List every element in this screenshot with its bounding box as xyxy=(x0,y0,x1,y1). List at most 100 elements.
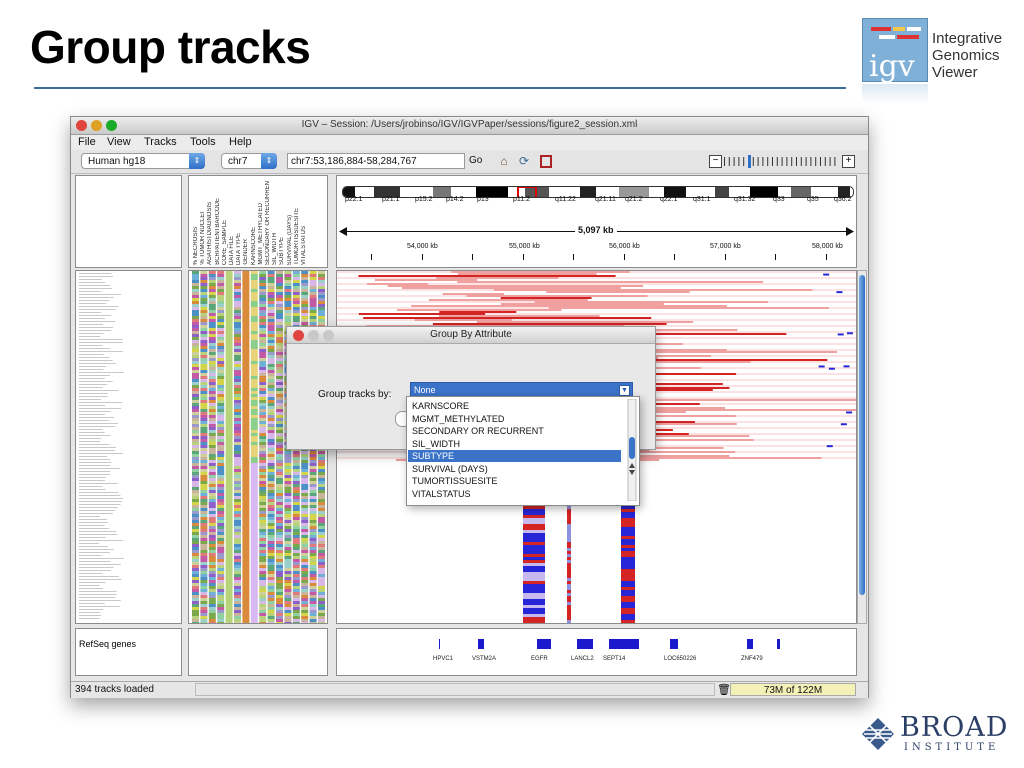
attribute-cell xyxy=(284,310,292,313)
attribute-cell xyxy=(267,511,275,514)
dropdown-scrollbar[interactable] xyxy=(627,399,637,501)
attribute-header-panel[interactable]: % NECROSIS% TUMOR NUCLEI AGATHISTDIAGNOSI… xyxy=(188,175,328,268)
attribute-header[interactable]: GENDER xyxy=(243,239,249,265)
group-by-dropdown-list[interactable]: KARNSCORE MGMT_METHYLATED SECONDARY OR R… xyxy=(406,396,640,506)
attribute-header[interactable]: MGMT_METHYLATED xyxy=(258,203,264,265)
dropdown-option[interactable]: MGMT_METHYLATED xyxy=(408,413,621,425)
attribute-cell xyxy=(267,457,275,460)
attribute-cell xyxy=(242,475,250,478)
attribute-cell xyxy=(192,436,199,439)
attribute-header[interactable]: AGATHISTDIAGNOSIS xyxy=(207,202,213,265)
attribute-cell xyxy=(318,592,325,595)
vertical-scrollbar[interactable] xyxy=(857,270,867,624)
scrollbar-thumb[interactable] xyxy=(859,275,865,595)
attribute-cell xyxy=(318,532,325,535)
attribute-header[interactable]: % NECROSIS xyxy=(193,227,199,265)
dropdown-option[interactable]: SURVIVAL (DAYS) xyxy=(408,463,621,475)
window-titlebar[interactable]: IGV – Session: /Users/jrobinso/IGV/IGVPa… xyxy=(71,117,868,135)
egfr-cell xyxy=(523,554,545,557)
attribute-cell xyxy=(192,490,199,493)
heatmap-blue xyxy=(846,332,853,335)
gene-track[interactable]: HPVC1 VSTM2A EGFR LANCL2 SEPT14 LOC650226 ZNF4… xyxy=(337,629,856,675)
attribute-cell xyxy=(276,400,283,403)
attribute-cell xyxy=(318,502,325,505)
zoom-widget[interactable]: − + xyxy=(709,155,855,168)
dropdown-option[interactable]: SIL_WIDTH xyxy=(408,438,621,450)
attribute-header[interactable]: SUBTYPE xyxy=(279,237,285,265)
attribute-cell xyxy=(301,493,309,496)
attribute-header[interactable]: SURVIVAL (DAYS) xyxy=(287,215,293,265)
attribute-cell xyxy=(242,409,250,412)
attribute-cell xyxy=(200,274,208,277)
attribute-header[interactable]: % TUMOR NUCLEI xyxy=(200,212,206,265)
trash-icon[interactable]: 🗑 xyxy=(717,683,731,696)
attribute-cell xyxy=(250,304,258,307)
attribute-cell xyxy=(225,520,233,523)
attribute-cell xyxy=(192,475,199,478)
group-by-select[interactable]: None ▼ xyxy=(410,382,633,397)
gene-track-panel[interactable]: HPVC1 VSTM2A EGFR LANCL2 SEPT14 LOC650226 ZNF4… xyxy=(336,628,857,676)
attribute-cell xyxy=(259,484,267,487)
attribute-header[interactable]: DATA FILE xyxy=(229,236,235,265)
ruler-panel[interactable]: 5,097 kb p22.1 p21.1 p15.2 p14.2 p13 p11.2 q11… xyxy=(336,175,857,268)
attribute-header[interactable]: SECONDARY OR RECURREN xyxy=(265,181,271,265)
zoom-in-button[interactable]: + xyxy=(842,155,855,168)
refresh-icon[interactable]: ⟳ xyxy=(517,154,531,168)
menu-tracks[interactable]: Tracks xyxy=(144,136,177,148)
zoom-slider[interactable] xyxy=(724,155,840,168)
chromosome-select[interactable]: chr7 ⇕ xyxy=(221,153,277,169)
attribute-cell xyxy=(217,571,225,574)
attribute-cell xyxy=(200,412,208,415)
dropdown-option[interactable]: VITALSTATUS xyxy=(408,488,621,500)
dropdown-option[interactable]: KARNSCORE xyxy=(408,400,621,412)
heatmap-segment xyxy=(397,309,562,311)
attribute-cell xyxy=(250,610,258,613)
attribute-header[interactable]: SIL_WIDTH xyxy=(272,233,278,265)
attribute-cell xyxy=(309,517,317,520)
region-navigator-icon[interactable] xyxy=(540,155,552,168)
menu-view[interactable]: View xyxy=(107,136,131,148)
attribute-header[interactable]: VITALSTATUS xyxy=(301,226,307,265)
attribute-header[interactable]: DATA TYPE xyxy=(236,233,242,265)
attribute-cell xyxy=(208,415,216,418)
dropdown-option-selected[interactable]: SUBTYPE xyxy=(408,450,621,462)
attribute-cell xyxy=(208,313,216,316)
egfr-cell xyxy=(523,560,545,563)
attribute-header[interactable]: KARNSCORE xyxy=(251,227,257,265)
attribute-cell xyxy=(234,484,241,487)
attribute-cell xyxy=(259,586,267,589)
attribute-cell xyxy=(267,469,275,472)
dialog-close-icon[interactable] xyxy=(293,330,304,341)
attribute-cell xyxy=(208,406,216,409)
attribute-cell xyxy=(192,517,199,520)
dropdown-option[interactable]: SECONDARY OR RECURRENT xyxy=(408,425,621,437)
menu-file[interactable]: File xyxy=(78,136,96,148)
attribute-cell xyxy=(292,469,300,472)
attribute-cell xyxy=(292,304,300,307)
go-button[interactable]: Go xyxy=(469,155,482,166)
heatmap-segment xyxy=(414,319,512,321)
track-name xyxy=(79,552,111,553)
attribute-header[interactable]: CORE_SAMPLE xyxy=(222,220,228,265)
attribute-cell xyxy=(267,613,275,616)
sept14-cell xyxy=(621,530,635,533)
locus-input[interactable]: chr7:53,186,884-58,284,767 xyxy=(287,153,465,169)
attribute-cell xyxy=(267,385,275,388)
attribute-cell xyxy=(259,535,267,538)
menu-help[interactable]: Help xyxy=(229,136,252,148)
attribute-cell xyxy=(208,472,216,475)
attribute-cell xyxy=(259,355,267,358)
genome-select[interactable]: Human hg18 ⇕ xyxy=(81,153,205,169)
gene-cell xyxy=(567,515,571,518)
menu-tools[interactable]: Tools xyxy=(190,136,216,148)
home-icon[interactable]: ⌂ xyxy=(497,154,511,168)
attribute-cell xyxy=(318,616,325,619)
attribute-cell xyxy=(242,385,250,388)
attribute-header[interactable]: BCRPATIENTBARCODE xyxy=(215,198,221,265)
attribute-cell xyxy=(242,340,250,343)
attribute-cell xyxy=(200,580,208,583)
dropdown-option[interactable]: TUMORTISSUESITE xyxy=(408,475,621,487)
attribute-cell xyxy=(301,478,309,481)
zoom-out-button[interactable]: − xyxy=(709,155,722,168)
attribute-header[interactable]: TUMORTISSUESITE xyxy=(294,208,300,265)
